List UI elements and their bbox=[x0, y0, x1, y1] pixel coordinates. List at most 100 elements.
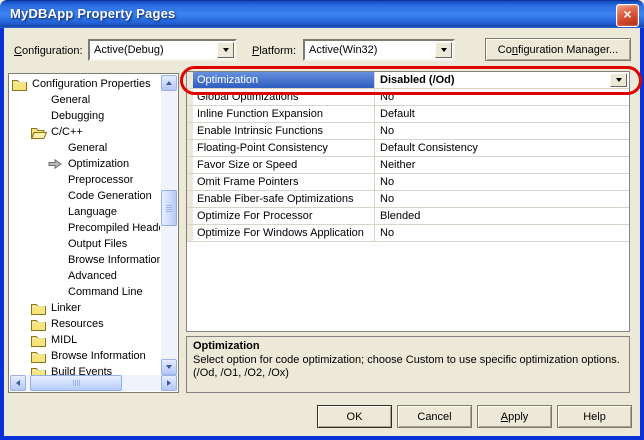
property-row-enable-fiber-safe-optimizations[interactable]: Enable Fiber-safe Optimizations No bbox=[187, 191, 629, 208]
folder-closed-icon bbox=[31, 318, 51, 331]
platform-combobox-value: Active(Win32) bbox=[309, 41, 377, 59]
property-name: Floating-Point Consistency bbox=[193, 140, 375, 156]
window-border-left bbox=[0, 28, 4, 436]
configuration-combobox-dropdown-button[interactable] bbox=[217, 42, 234, 58]
property-row-enable-intrinsic-functions[interactable]: Enable Intrinsic Functions No bbox=[187, 123, 629, 140]
folder-closed-icon bbox=[31, 350, 51, 363]
vertical-scroll-thumb[interactable] bbox=[161, 190, 177, 226]
property-value: Neither bbox=[375, 157, 629, 173]
tree-item-precompiled-headers[interactable]: Precompiled Headers bbox=[11, 220, 160, 236]
chevron-down-icon bbox=[616, 78, 622, 82]
property-row-inline-function-expansion[interactable]: Inline Function Expansion Default bbox=[187, 106, 629, 123]
arrow-left-icon bbox=[16, 380, 20, 386]
close-icon: × bbox=[623, 6, 631, 22]
titlebar[interactable]: MyDBApp Property Pages × bbox=[0, 0, 644, 28]
configuration-label: Configuration: bbox=[14, 43, 83, 59]
property-pages-dialog: MyDBApp Property Pages × Configuration: … bbox=[0, 0, 644, 440]
property-value: No bbox=[375, 225, 629, 241]
property-name: Optimize For Windows Application bbox=[193, 225, 375, 241]
close-button[interactable]: × bbox=[616, 4, 639, 27]
property-value: Default bbox=[375, 106, 629, 122]
tree-item-linker[interactable]: Linker bbox=[11, 300, 160, 316]
tree-item-general[interactable]: General bbox=[11, 92, 160, 108]
tree-item-build-events[interactable]: Build Events bbox=[11, 364, 160, 375]
description-text: Select option for code optimization; cho… bbox=[193, 354, 623, 380]
current-arrow-icon bbox=[48, 158, 68, 170]
dropdown-button[interactable] bbox=[610, 73, 627, 87]
tree-item-resources[interactable]: Resources bbox=[11, 316, 160, 332]
tree-item-browse-information[interactable]: Browse Information bbox=[11, 348, 160, 364]
arrow-down-icon bbox=[166, 365, 172, 369]
configuration-manager-button[interactable]: Configuration Manager... bbox=[485, 38, 631, 61]
scroll-left-button[interactable] bbox=[10, 375, 26, 391]
platform-combobox-dropdown-button[interactable] bbox=[435, 42, 452, 58]
property-row-omit-frame-pointers[interactable]: Omit Frame Pointers No bbox=[187, 174, 629, 191]
horizontal-scroll-thumb[interactable] bbox=[30, 375, 122, 391]
tree-item-optimization[interactable]: Optimization bbox=[11, 156, 160, 172]
property-name: Favor Size or Speed bbox=[193, 157, 375, 173]
tree-item-advanced[interactable]: Advanced bbox=[11, 268, 160, 284]
window-border-bottom bbox=[0, 436, 644, 440]
help-button[interactable]: Help bbox=[557, 405, 632, 428]
folder-open-icon bbox=[31, 126, 51, 139]
tree-item-language[interactable]: Language bbox=[11, 204, 160, 220]
folder-closed-icon bbox=[31, 334, 51, 347]
property-value: No bbox=[375, 174, 629, 190]
tree-item-debugging[interactable]: Debugging bbox=[11, 108, 160, 124]
tree-item-general[interactable]: General bbox=[11, 140, 160, 156]
property-row-optimize-for-windows-application[interactable]: Optimize For Windows Application No bbox=[187, 225, 629, 242]
property-name: Enable Intrinsic Functions bbox=[193, 123, 375, 139]
tree-item-preprocessor[interactable]: Preprocessor bbox=[11, 172, 160, 188]
property-name: Optimization bbox=[193, 72, 375, 88]
tree-item-configuration-properties[interactable]: Configuration Properties bbox=[11, 76, 160, 92]
property-row-floating-point-consistency[interactable]: Floating-Point Consistency Default Consi… bbox=[187, 140, 629, 157]
property-name: Inline Function Expansion bbox=[193, 106, 375, 122]
platform-label: Platform: bbox=[252, 43, 296, 59]
property-value: No bbox=[375, 191, 629, 207]
platform-combobox[interactable]: Active(Win32) bbox=[303, 39, 455, 61]
arrow-right-icon bbox=[167, 380, 171, 386]
scroll-right-button[interactable] bbox=[161, 375, 177, 391]
configuration-combobox-value: Active(Debug) bbox=[94, 41, 164, 59]
tree-horizontal-scrollbar[interactable] bbox=[10, 375, 177, 391]
tree-item-browse-information[interactable]: Browse Information bbox=[11, 252, 160, 268]
chevron-down-icon bbox=[441, 48, 447, 52]
property-row-optimization[interactable]: Optimization Disabled (/Od) bbox=[187, 72, 629, 89]
property-name: Optimize For Processor bbox=[193, 208, 375, 224]
property-row-optimize-for-processor[interactable]: Optimize For Processor Blended bbox=[187, 208, 629, 225]
tree-item-code-generation[interactable]: Code Generation bbox=[11, 188, 160, 204]
property-value: No bbox=[375, 123, 629, 139]
ok-button[interactable]: OK bbox=[317, 405, 392, 428]
property-value: Blended bbox=[375, 208, 629, 224]
chevron-down-icon bbox=[223, 48, 229, 52]
property-value: No bbox=[375, 89, 629, 105]
scroll-up-button[interactable] bbox=[161, 75, 177, 91]
apply-button[interactable]: Apply bbox=[477, 405, 552, 428]
scroll-down-button[interactable] bbox=[161, 359, 177, 375]
description-panel: Optimization Select option for code opti… bbox=[186, 336, 630, 393]
tree-item-output-files[interactable]: Output Files bbox=[11, 236, 160, 252]
folder-closed-icon bbox=[31, 302, 51, 315]
tree-item-list: Configuration Properties General Debuggi… bbox=[11, 76, 160, 375]
cancel-button[interactable]: Cancel bbox=[397, 405, 472, 428]
property-row-favor-size-or-speed[interactable]: Favor Size or Speed Neither bbox=[187, 157, 629, 174]
tree-item-midl[interactable]: MIDL bbox=[11, 332, 160, 348]
property-name: Global Optimizations bbox=[193, 89, 375, 105]
configuration-combobox[interactable]: Active(Debug) bbox=[88, 39, 237, 61]
tree-vertical-scrollbar[interactable] bbox=[161, 75, 177, 375]
tree-item-command-line[interactable]: Command Line bbox=[11, 284, 160, 300]
window-title: MyDBApp Property Pages bbox=[10, 0, 176, 28]
property-name: Omit Frame Pointers bbox=[193, 174, 375, 190]
folder-closed-icon bbox=[12, 78, 32, 91]
property-value: Disabled (/Od) bbox=[375, 72, 629, 88]
folder-closed-icon bbox=[31, 366, 51, 376]
configuration-tree: Configuration Properties General Debuggi… bbox=[8, 73, 179, 393]
property-row-global-optimizations[interactable]: Global Optimizations No bbox=[187, 89, 629, 106]
description-title: Optimization bbox=[193, 340, 623, 352]
arrow-up-icon bbox=[166, 81, 172, 85]
property-name: Enable Fiber-safe Optimizations bbox=[193, 191, 375, 207]
property-value: Default Consistency bbox=[375, 140, 629, 156]
property-grid: Optimization Disabled (/Od) Global Optim… bbox=[186, 71, 630, 332]
tree-item-c-c[interactable]: C/C++ bbox=[11, 124, 160, 140]
window-border-right bbox=[640, 28, 644, 436]
